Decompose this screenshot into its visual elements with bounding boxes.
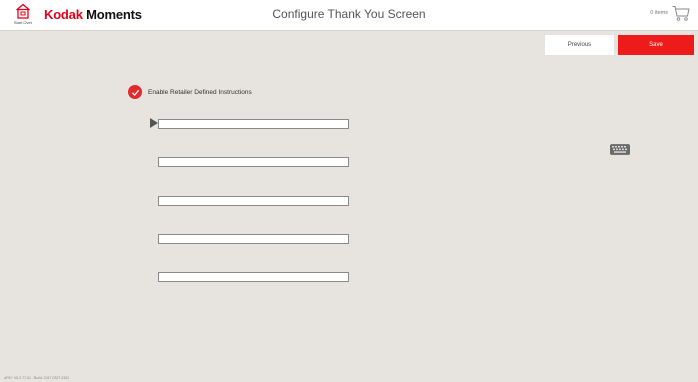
instruction-field-3[interactable] xyxy=(158,196,349,206)
instruction-field-5[interactable] xyxy=(158,272,349,282)
build-info: APK+ V6.2.77.01 - Build: 2017.0327.2302 xyxy=(4,376,70,380)
save-button[interactable]: Save xyxy=(618,35,694,55)
top-bar: Start Over Kodak Moments Configure Thank… xyxy=(0,0,698,31)
cart-count: 0 items xyxy=(650,10,668,16)
enable-instructions-row[interactable]: Enable Retailer Defined Instructions xyxy=(128,85,252,99)
instruction-field-4[interactable] xyxy=(158,234,349,244)
cart-icon xyxy=(672,6,690,21)
instruction-field-2[interactable] xyxy=(158,157,349,167)
page-title: Configure Thank You Screen xyxy=(272,7,426,21)
keyboard-icon[interactable] xyxy=(610,142,630,155)
checkmark-icon xyxy=(131,89,139,96)
enable-instructions-checkbox[interactable] xyxy=(128,85,142,99)
cart-button[interactable]: 0 items xyxy=(650,5,690,21)
enable-instructions-label: Enable Retailer Defined Instructions xyxy=(148,88,252,96)
instruction-field-1[interactable] xyxy=(158,119,349,129)
pointer-icon xyxy=(150,118,158,128)
previous-button[interactable]: Previous xyxy=(545,35,614,55)
